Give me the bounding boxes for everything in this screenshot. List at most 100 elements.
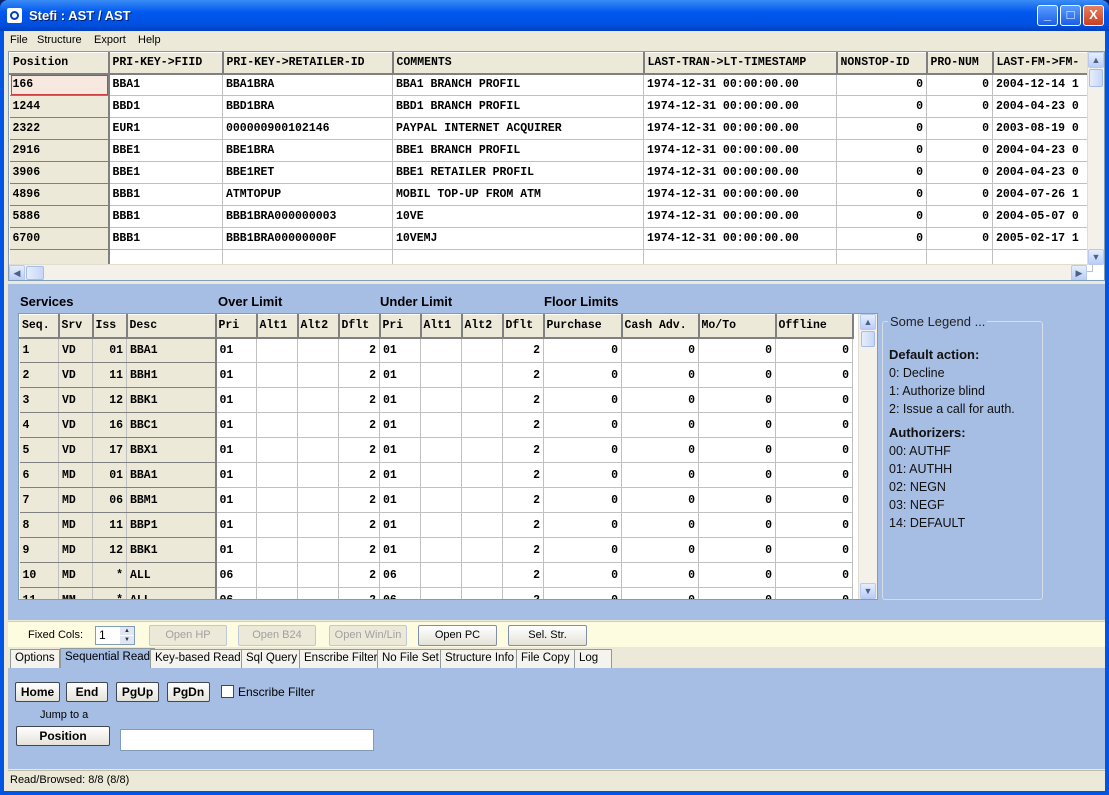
table-cell[interactable] (461, 562, 503, 588)
table-cell[interactable]: 0 (836, 73, 927, 96)
table-cell[interactable] (420, 512, 462, 538)
table-cell[interactable]: 0 (775, 512, 853, 538)
scroll-down-icon[interactable]: ▼ (1088, 249, 1104, 265)
table-cell[interactable]: 6 (19, 462, 59, 488)
table-cell[interactable] (297, 337, 339, 363)
table-cell[interactable]: 0 (775, 437, 853, 463)
table-cell[interactable]: 0 (543, 537, 622, 563)
column-header[interactable]: Alt1 (420, 314, 463, 339)
table-row[interactable]: 1 VD 01 BBA1 01 2 01 2 0 0 0 0 (19, 337, 853, 363)
column-header[interactable]: Alt2 (461, 314, 504, 339)
table-cell[interactable]: 01 (379, 362, 421, 388)
table-cell[interactable]: VD (58, 387, 93, 413)
table-cell[interactable]: 2 (502, 387, 544, 413)
column-header[interactable]: Cash Adv. (621, 314, 700, 339)
table-cell[interactable] (297, 412, 339, 438)
table-cell[interactable]: 0 (698, 387, 776, 413)
pgup-button[interactable]: PgUp (116, 682, 159, 702)
table-cell[interactable]: 0 (621, 387, 699, 413)
table-cell[interactable] (297, 362, 339, 388)
table-cell[interactable]: 11 (92, 512, 127, 538)
table-cell[interactable]: 2 (338, 337, 380, 363)
table-cell[interactable]: 1974-12-31 00:00:00.00 (643, 73, 837, 96)
tab-log[interactable]: Log (574, 649, 612, 668)
table-cell[interactable]: 0 (836, 227, 927, 250)
column-header[interactable]: Offline (775, 314, 854, 339)
table-cell[interactable]: 0 (698, 362, 776, 388)
table-cell[interactable]: 01 (92, 462, 127, 488)
table-cell[interactable] (256, 387, 298, 413)
table-cell[interactable]: 01 (215, 462, 257, 488)
table-cell[interactable]: 0 (621, 437, 699, 463)
pgdn-button[interactable]: PgDn (167, 682, 210, 702)
table-cell[interactable] (420, 537, 462, 563)
maximize-button[interactable]: □ (1060, 5, 1081, 26)
table-cell[interactable]: BBD1BRA (222, 95, 393, 118)
table-cell[interactable]: 0 (543, 462, 622, 488)
table-cell[interactable]: 2004-12-14 1 (992, 73, 1093, 96)
table-cell[interactable]: 2 (338, 537, 380, 563)
table-cell[interactable]: BBA1BRA (222, 73, 393, 96)
table-cell[interactable]: 0 (543, 587, 622, 599)
table-cell[interactable]: BBK1 (126, 537, 217, 563)
table-cell[interactable]: 0 (698, 462, 776, 488)
table-row[interactable]: 3 VD 12 BBK1 01 2 01 2 0 0 0 0 (19, 387, 853, 413)
table-cell[interactable]: 0 (836, 95, 927, 118)
table-cell[interactable]: 10VEMJ (392, 227, 644, 250)
table-row[interactable]: 4896 BBB1 ATMTOPUP MOBIL TOP-UP FROM ATM 197… (9, 183, 1093, 206)
table-cell[interactable] (420, 437, 462, 463)
table-cell[interactable]: 1974-12-31 00:00:00.00 (643, 139, 837, 162)
table-cell[interactable]: 11 (92, 362, 127, 388)
table-cell[interactable] (461, 587, 503, 599)
table-cell[interactable]: 0 (775, 587, 853, 599)
table-cell[interactable]: MOBIL TOP-UP FROM ATM (392, 183, 644, 206)
table-cell[interactable]: 01 (379, 387, 421, 413)
table-cell[interactable]: 0 (543, 412, 622, 438)
stepper-up-icon[interactable]: ▲ (120, 627, 134, 635)
table-cell[interactable]: 01 (379, 487, 421, 513)
table-cell[interactable] (297, 387, 339, 413)
enscribe-filter-checkbox[interactable] (221, 685, 234, 698)
table-cell[interactable]: 0 (621, 462, 699, 488)
table-cell[interactable] (420, 337, 462, 363)
table-cell[interactable]: 0 (926, 95, 993, 118)
column-header[interactable]: Pri (379, 314, 422, 339)
table-cell[interactable]: 1 (19, 337, 59, 363)
table-cell[interactable]: 0 (621, 587, 699, 599)
table-cell[interactable]: 0 (621, 487, 699, 513)
table-row[interactable]: 2 VD 11 BBH1 01 2 01 2 0 0 0 0 (19, 362, 853, 388)
table-cell[interactable]: 0 (621, 562, 699, 588)
menu-help[interactable]: Help (138, 34, 161, 46)
table-cell[interactable]: 7 (19, 487, 59, 513)
table-cell[interactable] (461, 512, 503, 538)
column-header[interactable]: Position (9, 52, 110, 75)
table-cell[interactable]: 0 (775, 362, 853, 388)
table-row[interactable]: 8 MD 11 BBP1 01 2 01 2 0 0 0 0 (19, 512, 853, 538)
table-cell[interactable]: 11 (19, 587, 59, 599)
table-cell[interactable]: 2 (502, 562, 544, 588)
table-cell[interactable]: ATMTOPUP (222, 183, 393, 206)
table-cell[interactable]: VD (58, 437, 93, 463)
table-cell[interactable]: 06 (215, 562, 257, 588)
stepper-down-icon[interactable]: ▼ (120, 636, 134, 644)
scroll-thumb[interactable] (861, 331, 875, 347)
table-cell[interactable]: 3 (19, 387, 59, 413)
table-cell[interactable]: 0 (621, 362, 699, 388)
table-cell[interactable]: 0 (621, 512, 699, 538)
records-vertical-scrollbar[interactable]: ▲ ▼ (1087, 52, 1104, 265)
row-position-cell[interactable]: 2916 (9, 139, 110, 162)
table-cell[interactable]: 2 (502, 462, 544, 488)
scroll-thumb-horizontal[interactable] (26, 266, 44, 280)
table-cell[interactable]: BBA1 BRANCH PROFIL (392, 73, 644, 96)
tab-key-based-read[interactable]: Key-based Read (150, 649, 246, 668)
table-cell[interactable]: 01 (379, 537, 421, 563)
table-cell[interactable]: 0 (543, 437, 622, 463)
table-cell[interactable] (256, 437, 298, 463)
row-position-cell[interactable]: 4896 (9, 183, 110, 206)
table-cell[interactable]: 2004-04-23 0 (992, 161, 1093, 184)
table-cell[interactable] (297, 562, 339, 588)
table-cell[interactable]: 01 (215, 412, 257, 438)
table-cell[interactable] (297, 462, 339, 488)
menu-export[interactable]: Export (94, 34, 126, 46)
table-cell[interactable] (420, 387, 462, 413)
